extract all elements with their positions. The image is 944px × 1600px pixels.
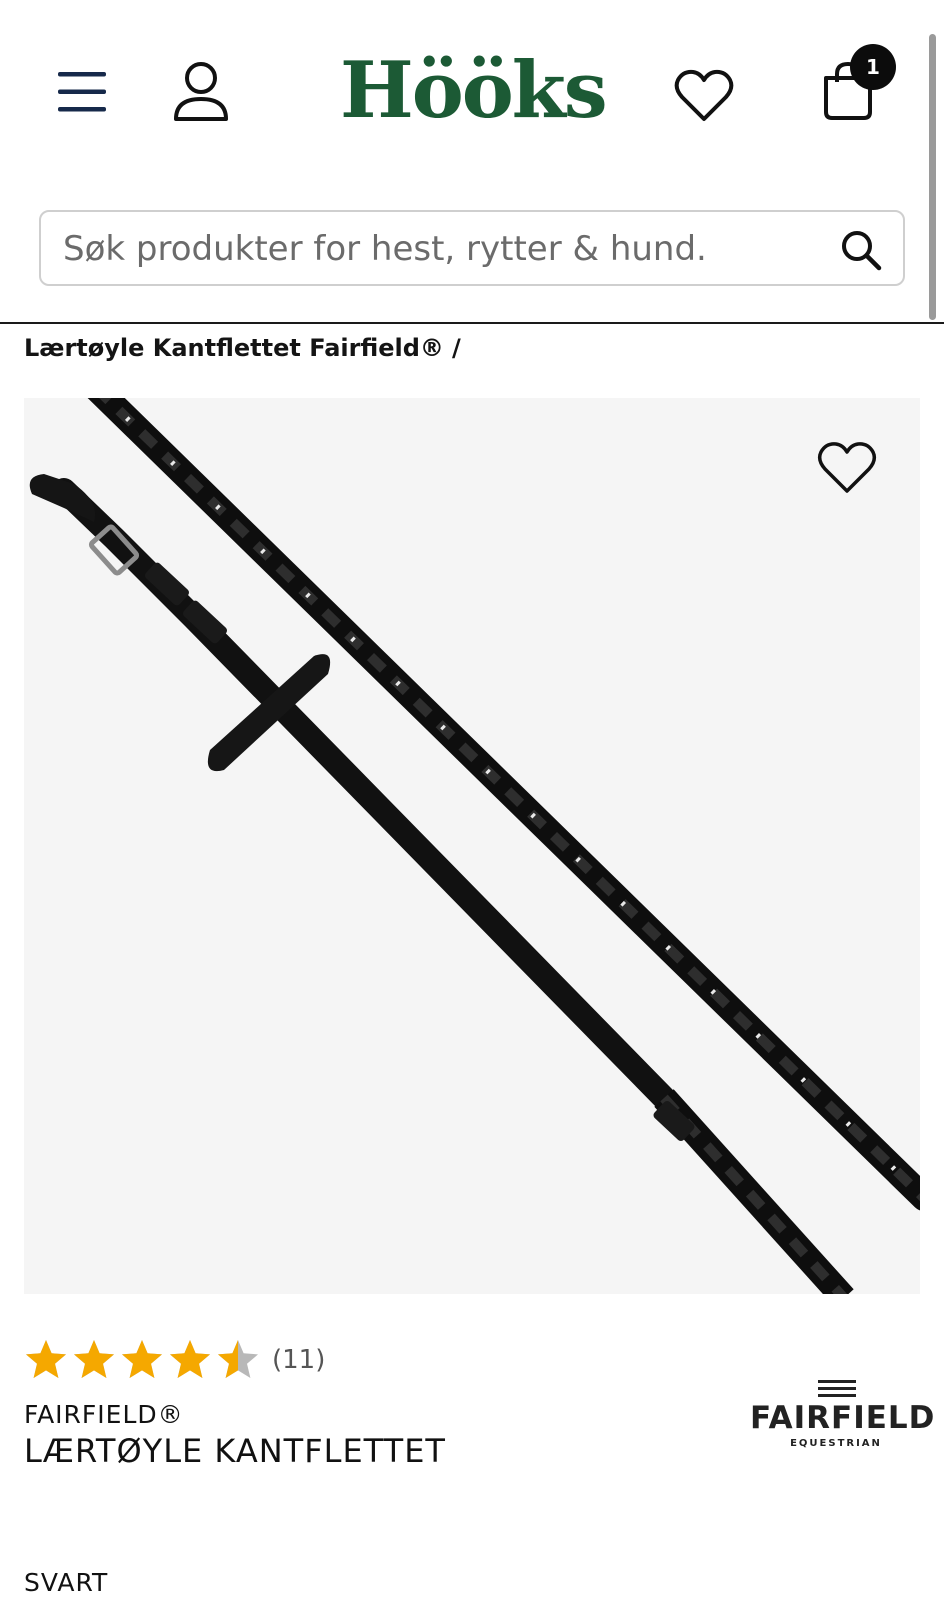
image-wishlist-button[interactable] — [815, 438, 879, 498]
site-header: Hööks 1 — [0, 0, 944, 324]
product-image[interactable] — [24, 398, 920, 1294]
star-icon — [122, 1340, 162, 1378]
star-icon — [218, 1340, 258, 1378]
account-button[interactable] — [168, 58, 234, 126]
brand-logo-sub: EQUESTRIAN — [790, 1438, 882, 1449]
brand-logo-mark — [818, 1380, 856, 1401]
user-icon — [174, 62, 228, 121]
search-input[interactable] — [63, 224, 823, 274]
star-icon — [170, 1340, 210, 1378]
star-icon — [74, 1340, 114, 1378]
product-title: LÆRTØYLE KANTFLETTET — [24, 1432, 446, 1470]
cart-count-badge: 1 — [850, 44, 896, 90]
breadcrumb-current[interactable]: Lærtøyle Kantflettet Fairfield® — [24, 334, 444, 362]
brand-logo[interactable]: FAIRFIELD EQUESTRIAN — [750, 1380, 936, 1458]
brand-logo-word: FAIRFIELD — [750, 1400, 936, 1436]
product-brand[interactable]: FAIRFIELD® — [24, 1400, 184, 1429]
menu-button[interactable] — [52, 64, 112, 120]
breadcrumb: Lærtøyle Kantflettet Fairfield® / — [24, 334, 461, 362]
search-button[interactable] — [837, 226, 885, 274]
search-icon — [842, 231, 882, 271]
site-logo[interactable]: Hööks — [340, 46, 608, 136]
scrollbar[interactable] — [929, 34, 936, 320]
review-count[interactable]: (11) — [272, 1345, 325, 1375]
reins-illustration — [29, 398, 920, 1294]
star-icon — [26, 1340, 66, 1378]
product-rating[interactable]: (11) — [24, 1336, 325, 1384]
wishlist-button[interactable] — [672, 66, 736, 126]
heart-icon — [674, 69, 734, 121]
search-bar — [39, 210, 905, 286]
heart-icon — [817, 442, 877, 493]
color-label: SVART — [24, 1568, 109, 1597]
breadcrumb-separator: / — [451, 334, 461, 362]
menu-icon — [58, 72, 106, 112]
rating-stars — [24, 1338, 264, 1382]
